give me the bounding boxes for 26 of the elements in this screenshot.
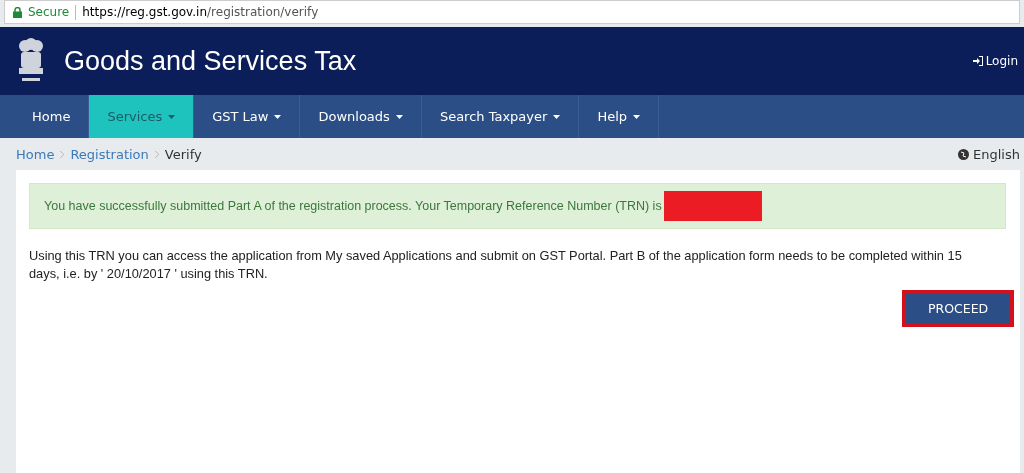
lock-icon bbox=[13, 6, 22, 18]
login-link[interactable]: Login bbox=[972, 54, 1018, 68]
caret-icon bbox=[395, 114, 403, 119]
chevron-icon bbox=[60, 150, 65, 158]
nav-tab[interactable]: GST Law bbox=[194, 95, 301, 138]
address-bar[interactable]: Secure https://reg.gst.gov.in/registration/verify bbox=[4, 0, 1020, 24]
globe-icon bbox=[958, 148, 970, 160]
url-text: https://reg.gst.gov.in/registration/verify bbox=[82, 5, 319, 19]
caret-icon bbox=[553, 114, 561, 119]
nav-tab[interactable]: Help bbox=[579, 95, 659, 138]
nav-tab[interactable]: Downloads bbox=[300, 95, 422, 138]
breadcrumb-link[interactable]: Home bbox=[16, 146, 55, 162]
security-label: Secure bbox=[28, 5, 70, 19]
caret-icon bbox=[168, 114, 176, 119]
breadcrumb-link[interactable]: Registration bbox=[70, 146, 149, 162]
chevron-icon bbox=[154, 150, 159, 158]
info-text: Using this TRN you can access the application from My saved Applications and submit on GST Portal. Part B of the application form needs to be completed within 15 days, i.e. by ' 20/10/2017 ' using this TRN. bbox=[29, 247, 963, 283]
site-title: Goods and Services Tax bbox=[64, 45, 358, 77]
alert-text: You have successfully submitted Part A of the registration process. Your Temporary Reference Number (TRN) is bbox=[44, 199, 662, 213]
language-link[interactable]: English bbox=[958, 146, 1020, 162]
login-icon bbox=[972, 56, 983, 66]
caret-icon bbox=[274, 114, 282, 119]
nav-tab[interactable]: Search Taxpayer bbox=[421, 95, 580, 138]
current-page-label: Verify bbox=[164, 146, 202, 162]
caret-icon bbox=[633, 114, 640, 119]
nav-tab[interactable]: Services bbox=[89, 95, 195, 138]
